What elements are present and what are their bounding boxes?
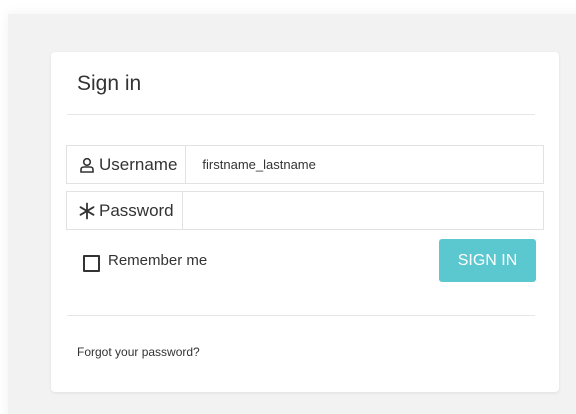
password-input[interactable] [182, 192, 543, 229]
user-icon [78, 156, 96, 174]
password-group: Password [66, 191, 544, 230]
remember-label: Remember me [108, 252, 208, 269]
password-label: Password [99, 200, 174, 220]
forgot-password-link[interactable]: Forgot your password? [77, 345, 200, 359]
username-input[interactable] [186, 146, 543, 183]
signin-title: Sign in [77, 72, 142, 95]
asterisk-icon [78, 202, 96, 220]
signin-card: Sign in Username firstname_lastname Pass… [51, 52, 559, 392]
footer-divider [67, 315, 535, 316]
username-addon: Username [67, 146, 187, 183]
username-label: Username [99, 154, 178, 174]
username-group: Username [66, 145, 544, 184]
password-addon: Password [67, 192, 183, 229]
title-divider [67, 114, 535, 115]
remember-checkbox[interactable] [83, 255, 100, 272]
remember-me[interactable]: Remember me [83, 249, 207, 272]
sign-in-button[interactable]: SIGN IN [439, 239, 536, 282]
